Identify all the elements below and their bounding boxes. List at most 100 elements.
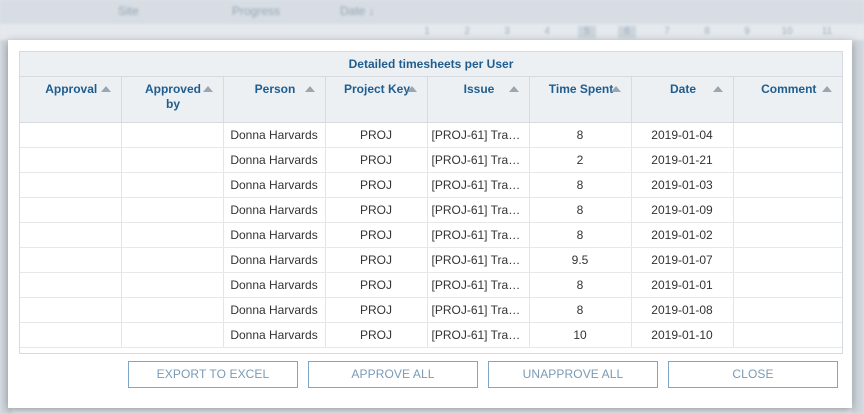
cell-person[interactable]: Donna Harvards xyxy=(223,122,326,148)
cell-issue[interactable]: [PROJ-61] Trave... xyxy=(427,297,530,323)
cell-person[interactable]: Donna Harvards xyxy=(223,172,326,198)
cell-comment[interactable] xyxy=(733,247,842,273)
cell-approval[interactable] xyxy=(20,147,122,173)
cell-comment[interactable] xyxy=(733,297,842,323)
column-header-issue[interactable]: Issue xyxy=(427,77,530,123)
table-row[interactable]: Donna Harvards PROJ [PROJ-61] Trave... 8 201… xyxy=(20,197,842,223)
cell-issue[interactable]: [PROJ-61] Trave... xyxy=(427,122,530,148)
column-header-time-spent[interactable]: Time Spent xyxy=(529,77,632,123)
cell-project-key[interactable]: PROJ xyxy=(325,297,428,323)
cell-comment[interactable] xyxy=(733,147,842,173)
sort-up-icon[interactable] xyxy=(202,86,213,92)
cell-date[interactable]: 2019-01-09 xyxy=(631,197,734,223)
cell-comment[interactable] xyxy=(733,222,842,248)
cell-person[interactable]: Donna Harvards xyxy=(223,197,326,223)
cell-project-key[interactable]: PROJ xyxy=(325,122,428,148)
cell-comment[interactable] xyxy=(733,322,842,348)
cell-person[interactable]: Donna Harvards xyxy=(223,297,326,323)
column-header-approved-by[interactable]: Approved by xyxy=(121,77,224,123)
cell-approved-by[interactable] xyxy=(121,247,224,273)
cell-issue[interactable]: [PROJ-61] Trave... xyxy=(427,322,530,348)
cell-project-key[interactable]: PROJ xyxy=(325,172,428,198)
sort-up-icon[interactable] xyxy=(100,86,111,92)
table-row[interactable]: Donna Harvards PROJ [PROJ-61] Trave... 8 201… xyxy=(20,297,842,323)
cell-date[interactable]: 2019-01-08 xyxy=(631,297,734,323)
unapprove-all-button[interactable]: UNAPPROVE ALL xyxy=(488,361,658,388)
cell-approval[interactable] xyxy=(20,272,122,298)
cell-time-spent[interactable]: 8 xyxy=(529,222,632,248)
cell-approval[interactable] xyxy=(20,222,122,248)
table-row[interactable]: Donna Harvards PROJ [PROJ-61] Trave... 8 201… xyxy=(20,122,842,148)
cell-time-spent[interactable]: 8 xyxy=(529,172,632,198)
cell-approved-by[interactable] xyxy=(121,197,224,223)
sort-up-icon[interactable] xyxy=(712,86,723,92)
cell-approved-by[interactable] xyxy=(121,147,224,173)
table-row[interactable]: Donna Harvards PROJ [PROJ-61] Trave... 8 201… xyxy=(20,172,842,198)
cell-approved-by[interactable] xyxy=(121,172,224,198)
cell-time-spent[interactable]: 9.5 xyxy=(529,247,632,273)
cell-person[interactable]: Donna Harvards xyxy=(223,272,326,298)
cell-approved-by[interactable] xyxy=(121,322,224,348)
cell-date[interactable]: 2019-01-03 xyxy=(631,172,734,198)
cell-approved-by[interactable] xyxy=(121,272,224,298)
table-row[interactable]: Donna Harvards PROJ [PROJ-61] Trave... 8 201… xyxy=(20,272,842,298)
cell-project-key[interactable]: PROJ xyxy=(325,247,428,273)
approve-all-button[interactable]: APPROVE ALL xyxy=(308,361,478,388)
table-row[interactable]: Donna Harvards PROJ [PROJ-61] Trave... 2 201… xyxy=(20,147,842,173)
table-row[interactable]: Donna Harvards PROJ [PROJ-61] Trave... 8 201… xyxy=(20,222,842,248)
column-header-project-key[interactable]: Project Key xyxy=(325,77,428,123)
cell-project-key[interactable]: PROJ xyxy=(325,222,428,248)
cell-date[interactable]: 2019-01-04 xyxy=(631,122,734,148)
cell-approval[interactable] xyxy=(20,297,122,323)
cell-time-spent[interactable]: 8 xyxy=(529,297,632,323)
cell-date[interactable]: 2019-01-01 xyxy=(631,272,734,298)
table-row[interactable]: Donna Harvards PROJ [PROJ-61] Trave... 9.5 2… xyxy=(20,247,842,273)
cell-issue[interactable]: [PROJ-61] Trave... xyxy=(427,247,530,273)
cell-comment[interactable] xyxy=(733,197,842,223)
cell-date[interactable]: 2019-01-07 xyxy=(631,247,734,273)
cell-time-spent[interactable]: 8 xyxy=(529,272,632,298)
cell-approval[interactable] xyxy=(20,322,122,348)
cell-issue[interactable]: [PROJ-61] Trave... xyxy=(427,147,530,173)
table-row[interactable]: Donna Harvards PROJ [PROJ-61] Trave... 10 20… xyxy=(20,322,842,348)
cell-person[interactable]: Donna Harvards xyxy=(223,247,326,273)
sort-up-icon[interactable] xyxy=(406,86,417,92)
sort-up-icon[interactable] xyxy=(610,86,621,92)
sort-up-icon[interactable] xyxy=(508,86,519,92)
sort-up-icon[interactable] xyxy=(304,86,315,92)
cell-date[interactable]: 2019-01-10 xyxy=(631,322,734,348)
column-header-date[interactable]: Date xyxy=(631,77,734,123)
cell-approved-by[interactable] xyxy=(121,122,224,148)
cell-issue[interactable]: [PROJ-61] Trave... xyxy=(427,197,530,223)
cell-project-key[interactable]: PROJ xyxy=(325,147,428,173)
cell-person[interactable]: Donna Harvards xyxy=(223,147,326,173)
cell-project-key[interactable]: PROJ xyxy=(325,197,428,223)
cell-issue[interactable]: [PROJ-61] Trave... xyxy=(427,272,530,298)
cell-issue[interactable]: [PROJ-61] Trave... xyxy=(427,172,530,198)
cell-time-spent[interactable]: 2 xyxy=(529,147,632,173)
export-to-excel-button[interactable]: EXPORT TO EXCEL xyxy=(128,361,298,388)
cell-issue[interactable]: [PROJ-61] Trave... xyxy=(427,222,530,248)
cell-time-spent[interactable]: 10 xyxy=(529,322,632,348)
cell-approved-by[interactable] xyxy=(121,222,224,248)
cell-person[interactable]: Donna Harvards xyxy=(223,222,326,248)
sort-up-icon[interactable] xyxy=(822,86,832,92)
cell-time-spent[interactable]: 8 xyxy=(529,122,632,148)
cell-approval[interactable] xyxy=(20,247,122,273)
cell-project-key[interactable]: PROJ xyxy=(325,322,428,348)
cell-approval[interactable] xyxy=(20,122,122,148)
cell-date[interactable]: 2019-01-21 xyxy=(631,147,734,173)
cell-person[interactable]: Donna Harvards xyxy=(223,322,326,348)
column-header-approval[interactable]: Approval xyxy=(20,77,122,123)
cell-time-spent[interactable]: 8 xyxy=(529,197,632,223)
cell-comment[interactable] xyxy=(733,122,842,148)
cell-approval[interactable] xyxy=(20,197,122,223)
cell-comment[interactable] xyxy=(733,172,842,198)
cell-comment[interactable] xyxy=(733,272,842,298)
close-button[interactable]: CLOSE xyxy=(668,361,838,388)
cell-approved-by[interactable] xyxy=(121,297,224,323)
cell-date[interactable]: 2019-01-02 xyxy=(631,222,734,248)
cell-project-key[interactable]: PROJ xyxy=(325,272,428,298)
column-header-person[interactable]: Person xyxy=(223,77,326,123)
cell-approval[interactable] xyxy=(20,172,122,198)
